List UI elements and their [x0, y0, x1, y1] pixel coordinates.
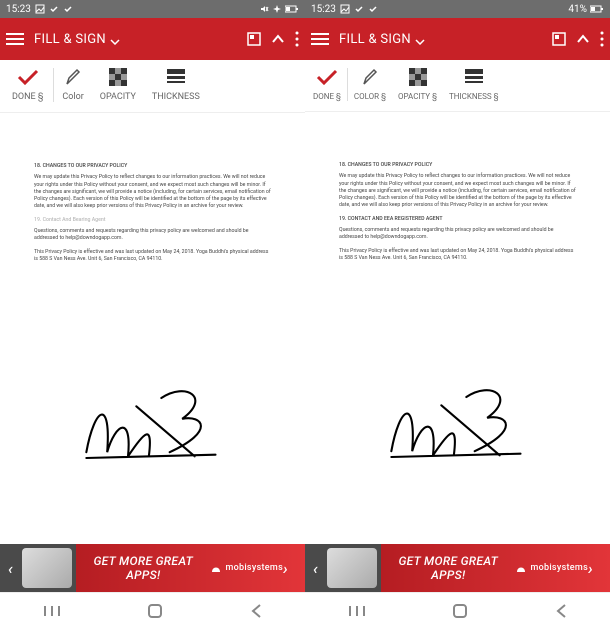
color-button[interactable]: COLOR § — [348, 68, 392, 101]
section-18-body: We may update this Privacy Policy to ref… — [34, 174, 271, 210]
back-button[interactable] — [250, 603, 262, 623]
ad-prev-icon[interactable]: ‹ — [313, 559, 327, 578]
section-19-body: Questions, comments and requests regardi… — [339, 227, 576, 242]
thickness-button[interactable]: THICKNESS — [144, 68, 208, 102]
ad-text: GET MORE GREAT APPS! — [381, 554, 515, 582]
page-icon[interactable] — [247, 32, 261, 46]
more-icon[interactable] — [295, 31, 299, 47]
menu-icon[interactable] — [311, 32, 329, 46]
chevron-down-icon — [110, 30, 120, 49]
color-button[interactable]: Color — [54, 68, 91, 102]
status-bar: 15:23 — [0, 0, 305, 18]
battery-icon — [285, 5, 299, 13]
check-icon — [49, 4, 59, 14]
title-dropdown[interactable]: FILL & SIGN — [339, 30, 425, 49]
signature[interactable] — [34, 373, 271, 473]
thickness-icon — [465, 68, 483, 86]
image-icon — [35, 4, 45, 14]
status-bar: 15:23 41% — [305, 0, 610, 18]
image-icon — [340, 4, 350, 14]
status-time: 15:23 — [311, 4, 336, 15]
document-view[interactable]: 18. CHANGES TO OUR PRIVACY POLICY We may… — [0, 113, 305, 544]
pencil-icon — [362, 68, 378, 86]
opacity-button[interactable]: OPACITY § — [392, 68, 443, 101]
ad-next-icon[interactable]: › — [588, 559, 602, 578]
ad-text: GET MORE GREAT APPS! — [76, 554, 210, 582]
battery-icon — [590, 5, 604, 13]
ad-brand: mobisystems — [210, 562, 283, 574]
opacity-button[interactable]: OPACITY — [92, 68, 144, 102]
section-19-title: 19. Contact And Bearing Agent — [34, 217, 271, 224]
section-18-title: 18. CHANGES TO OUR PRIVACY POLICY — [339, 162, 576, 169]
ad-image — [22, 548, 72, 588]
header-title: FILL & SIGN — [339, 32, 411, 47]
ad-banner[interactable]: ‹ GET MORE GREAT APPS! mobisystems › — [305, 544, 610, 592]
home-button[interactable] — [452, 603, 468, 623]
header-title: FILL & SIGN — [34, 32, 106, 47]
opacity-icon — [109, 68, 127, 86]
ad-next-icon[interactable]: › — [283, 559, 297, 578]
check-icon — [354, 4, 364, 14]
done-button[interactable]: DONE § — [2, 68, 54, 102]
toolbar: DONE § COLOR § OPACITY § THICKNESS § — [305, 60, 610, 112]
section-18-title: 18. CHANGES TO OUR PRIVACY POLICY — [34, 163, 271, 170]
section-19-body: Questions, comments and requests regardi… — [34, 228, 271, 243]
chevron-up-icon[interactable] — [271, 34, 285, 44]
status-time: 15:23 — [6, 4, 31, 15]
ad-banner[interactable]: ‹ GET MORE GREAT APPS! mobisystems › — [0, 544, 305, 592]
app-header: FILL & SIGN — [0, 18, 305, 60]
screen-left: 15:23 FILL & SIGN — [0, 0, 305, 632]
section-19-title: 19. CONTACT AND EEA REGISTERED AGENT — [339, 216, 576, 223]
app-header: FILL & SIGN — [305, 18, 610, 60]
recents-button[interactable] — [43, 603, 61, 622]
check-icon — [368, 4, 378, 14]
opacity-icon — [409, 68, 427, 86]
doc-footer: This Privacy Policy is effective and was… — [339, 248, 576, 263]
title-dropdown[interactable]: FILL & SIGN — [34, 30, 120, 49]
battery-text: 41% — [568, 4, 587, 15]
pencil-icon — [65, 68, 81, 86]
airplane-icon — [272, 4, 282, 14]
section-18-body: We may update this Privacy Policy to ref… — [339, 173, 576, 209]
system-navbar — [305, 592, 610, 632]
page-icon[interactable] — [552, 32, 566, 46]
recents-button[interactable] — [348, 603, 366, 622]
check-icon — [17, 68, 39, 86]
chevron-up-icon[interactable] — [576, 34, 590, 44]
thickness-icon — [167, 68, 185, 86]
mute-icon — [259, 4, 269, 14]
doc-footer: This Privacy Policy is effective and was… — [34, 249, 271, 264]
ad-image — [327, 548, 377, 588]
more-icon[interactable] — [600, 31, 604, 47]
thickness-button[interactable]: THICKNESS § — [443, 68, 505, 101]
ad-prev-icon[interactable]: ‹ — [8, 559, 22, 578]
done-button[interactable]: DONE § — [307, 68, 348, 101]
system-navbar — [0, 592, 305, 632]
signature[interactable] — [339, 372, 576, 472]
ad-brand: mobisystems — [515, 562, 588, 574]
check-icon — [316, 68, 338, 86]
back-button[interactable] — [555, 603, 567, 623]
menu-icon[interactable] — [6, 32, 24, 46]
chevron-down-icon — [415, 30, 425, 49]
home-button[interactable] — [147, 603, 163, 623]
screen-right: 15:23 41% FILL & SIGN D — [305, 0, 610, 632]
document-view[interactable]: 18. CHANGES TO OUR PRIVACY POLICY We may… — [305, 112, 610, 544]
toolbar: DONE § Color OPACITY THICKNESS — [0, 60, 305, 113]
check-icon — [63, 4, 73, 14]
